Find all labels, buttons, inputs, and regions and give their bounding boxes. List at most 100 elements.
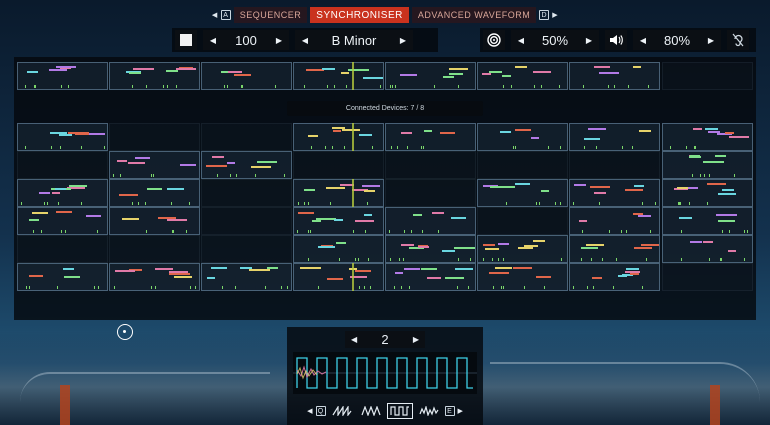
device-pattern-cell[interactable]: [293, 62, 384, 90]
stop-button[interactable]: [175, 30, 197, 50]
key-increase-icon[interactable]: ▶: [393, 36, 413, 45]
tempo-decrease-icon[interactable]: ◀: [203, 36, 223, 45]
device-pattern-cell[interactable]: [662, 235, 753, 263]
waveform-triangle-button[interactable]: [358, 403, 384, 419]
octave-decrease-icon[interactable]: ◀: [351, 335, 357, 344]
tab-next-arrow-icon[interactable]: ▶: [552, 11, 558, 19]
device-pattern-cell[interactable]: [662, 207, 753, 235]
tab-sequencer[interactable]: Sequencer: [233, 7, 308, 23]
device-pattern-cell[interactable]: [293, 151, 384, 179]
beat-marker: [392, 85, 393, 88]
volume-b-stepper[interactable]: ◀ 80% ▶: [633, 30, 721, 50]
note-segment: [427, 277, 441, 279]
note-segment: [728, 250, 736, 252]
device-pattern-cell[interactable]: [293, 207, 384, 235]
device-pattern-cell[interactable]: [109, 151, 200, 179]
waveform-sawtooth-button[interactable]: [329, 403, 355, 419]
device-pattern-cell[interactable]: [569, 235, 660, 263]
oscilloscope-display: [293, 352, 477, 394]
tab-advanced-waveform[interactable]: Advanced Waveform: [411, 7, 537, 23]
device-pattern-cell[interactable]: [662, 62, 753, 90]
key-decrease-icon[interactable]: ◀: [295, 36, 315, 45]
device-pattern-cell[interactable]: [201, 123, 292, 151]
device-pattern-cell[interactable]: [477, 151, 568, 179]
tab-synchroniser[interactable]: Synchroniser: [310, 7, 409, 23]
octave-increase-icon[interactable]: ▶: [413, 335, 419, 344]
device-pattern-cell[interactable]: [109, 123, 200, 151]
device-pattern-cell[interactable]: [477, 62, 568, 90]
volume-a-stepper[interactable]: ◀ 50% ▶: [511, 30, 599, 50]
device-pattern-cell[interactable]: [569, 151, 660, 179]
device-pattern-cell[interactable]: [569, 263, 660, 291]
volume-b-decrease-icon[interactable]: ◀: [633, 36, 653, 45]
waveform-prev-arrow-icon[interactable]: ◀: [307, 407, 312, 415]
device-pattern-cell[interactable]: [17, 123, 108, 151]
device-pattern-cell[interactable]: [477, 207, 568, 235]
device-pattern-cell[interactable]: [109, 179, 200, 207]
device-pattern-cell[interactable]: [662, 179, 753, 207]
device-pattern-cell[interactable]: [17, 151, 108, 179]
device-pattern-cell[interactable]: [17, 207, 108, 235]
device-pattern-cell[interactable]: [293, 123, 384, 151]
device-pattern-cell[interactable]: [201, 263, 292, 291]
beat-marker: [503, 85, 504, 88]
device-pattern-cell[interactable]: [477, 263, 568, 291]
device-pattern-cell[interactable]: [662, 123, 753, 151]
note-segment: [69, 185, 87, 187]
device-pattern-cell[interactable]: [293, 235, 384, 263]
device-pattern-cell[interactable]: [293, 179, 384, 207]
device-pattern-cell[interactable]: [385, 263, 476, 291]
octave-stepper[interactable]: ◀ 2 ▶: [345, 331, 425, 348]
device-pattern-cell[interactable]: [477, 123, 568, 151]
device-pattern-cell[interactable]: [109, 207, 200, 235]
device-pattern-cell[interactable]: [109, 235, 200, 263]
device-pattern-cell[interactable]: [569, 207, 660, 235]
volume-a-increase-icon[interactable]: ▶: [579, 36, 599, 45]
beat-marker: [113, 174, 114, 177]
device-pattern-cell[interactable]: [201, 207, 292, 235]
device-pattern-cell[interactable]: [109, 62, 200, 90]
key-stepper[interactable]: ◀ B Minor ▶: [295, 30, 413, 50]
device-pattern-cell[interactable]: [662, 263, 753, 291]
note-segment: [364, 214, 372, 216]
tempo-increase-icon[interactable]: ▶: [269, 36, 289, 45]
device-pattern-cell[interactable]: [201, 235, 292, 263]
waveform-noise-button[interactable]: [416, 403, 442, 419]
device-pattern-cell[interactable]: [569, 62, 660, 90]
beat-marker: [81, 146, 82, 149]
device-pattern-cell[interactable]: [201, 179, 292, 207]
device-pattern-cell[interactable]: [385, 179, 476, 207]
device-pattern-cell[interactable]: [201, 62, 292, 90]
device-pattern-cell[interactable]: [385, 62, 476, 90]
device-pattern-cell[interactable]: [17, 263, 108, 291]
waveform-next-arrow-icon[interactable]: ▶: [458, 407, 463, 415]
beat-marker: [327, 85, 328, 88]
device-pattern-cell[interactable]: [569, 179, 660, 207]
device-pattern-cell[interactable]: [385, 151, 476, 179]
volume-a-decrease-icon[interactable]: ◀: [511, 36, 531, 45]
device-pattern-cell[interactable]: [385, 207, 476, 235]
device-pattern-cell[interactable]: [293, 263, 384, 291]
ear-button[interactable]: [727, 30, 749, 50]
tab-prev-arrow-icon[interactable]: ◀: [212, 11, 218, 19]
device-pattern-cell[interactable]: [569, 123, 660, 151]
beat-marker: [51, 146, 52, 149]
device-pattern-cell[interactable]: [662, 151, 753, 179]
device-pattern-cell[interactable]: [17, 62, 108, 90]
beat-marker: [167, 85, 168, 88]
tempo-stepper[interactable]: ◀ 100 ▶: [203, 30, 289, 50]
note-segment: [401, 244, 414, 246]
note-segment: [212, 156, 224, 158]
note-segment: [626, 268, 639, 270]
device-pattern-cell[interactable]: [477, 235, 568, 263]
device-pattern-cell[interactable]: [201, 151, 292, 179]
note-segment: [639, 130, 651, 132]
device-pattern-cell[interactable]: [385, 235, 476, 263]
device-pattern-cell[interactable]: [17, 179, 108, 207]
device-pattern-cell[interactable]: [477, 179, 568, 207]
device-pattern-cell[interactable]: [109, 263, 200, 291]
volume-b-increase-icon[interactable]: ▶: [701, 36, 721, 45]
waveform-square-button[interactable]: [386, 403, 413, 419]
device-pattern-cell[interactable]: [385, 123, 476, 151]
device-pattern-cell[interactable]: [17, 235, 108, 263]
